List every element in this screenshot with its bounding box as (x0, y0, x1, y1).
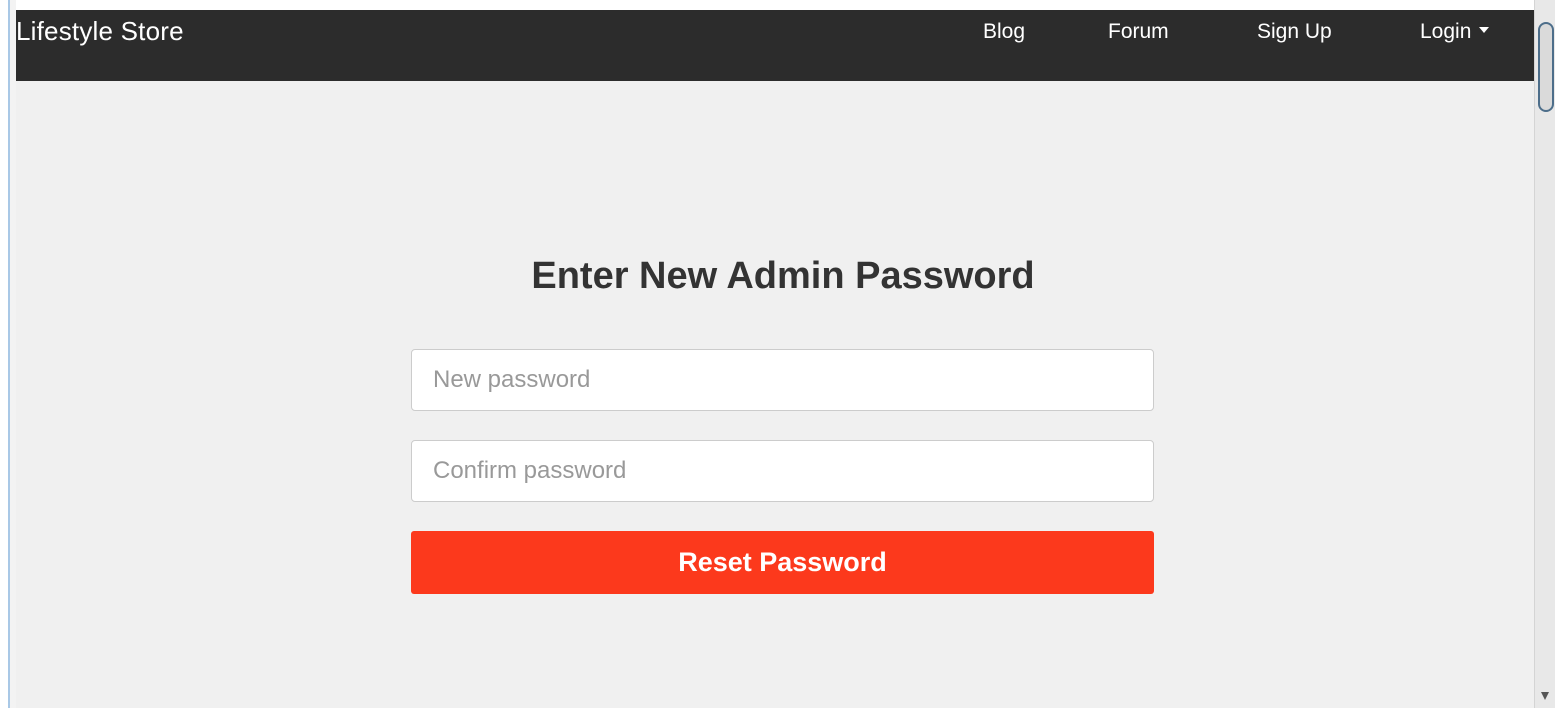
vertical-scrollbar[interactable] (1534, 0, 1555, 708)
scrollbar-thumb[interactable] (1538, 22, 1554, 112)
reset-password-button[interactable]: Reset Password (411, 531, 1154, 594)
scroll-down-arrow-icon[interactable] (1541, 692, 1549, 700)
top-navbar: Lifestyle Store Blog Forum Sign Up Login (16, 10, 1534, 81)
nav-link-sign-up[interactable]: Sign Up (1257, 20, 1332, 44)
page-viewport: Lifestyle Store Blog Forum Sign Up Login… (16, 10, 1534, 708)
nav-link-login-label: Login (1420, 20, 1472, 43)
confirm-password-input[interactable] (411, 440, 1154, 502)
new-password-input[interactable] (411, 349, 1154, 411)
nav-link-forum[interactable]: Forum (1108, 20, 1169, 44)
form-title: Enter New Admin Password (531, 255, 1035, 297)
nav-links: Blog Forum Sign Up Login (16, 20, 1534, 50)
browser-window: Lifestyle Store Blog Forum Sign Up Login… (0, 0, 1555, 708)
caret-down-icon (1479, 27, 1490, 34)
nav-link-login-dropdown[interactable]: Login (1420, 20, 1490, 44)
nav-link-blog[interactable]: Blog (983, 20, 1025, 44)
